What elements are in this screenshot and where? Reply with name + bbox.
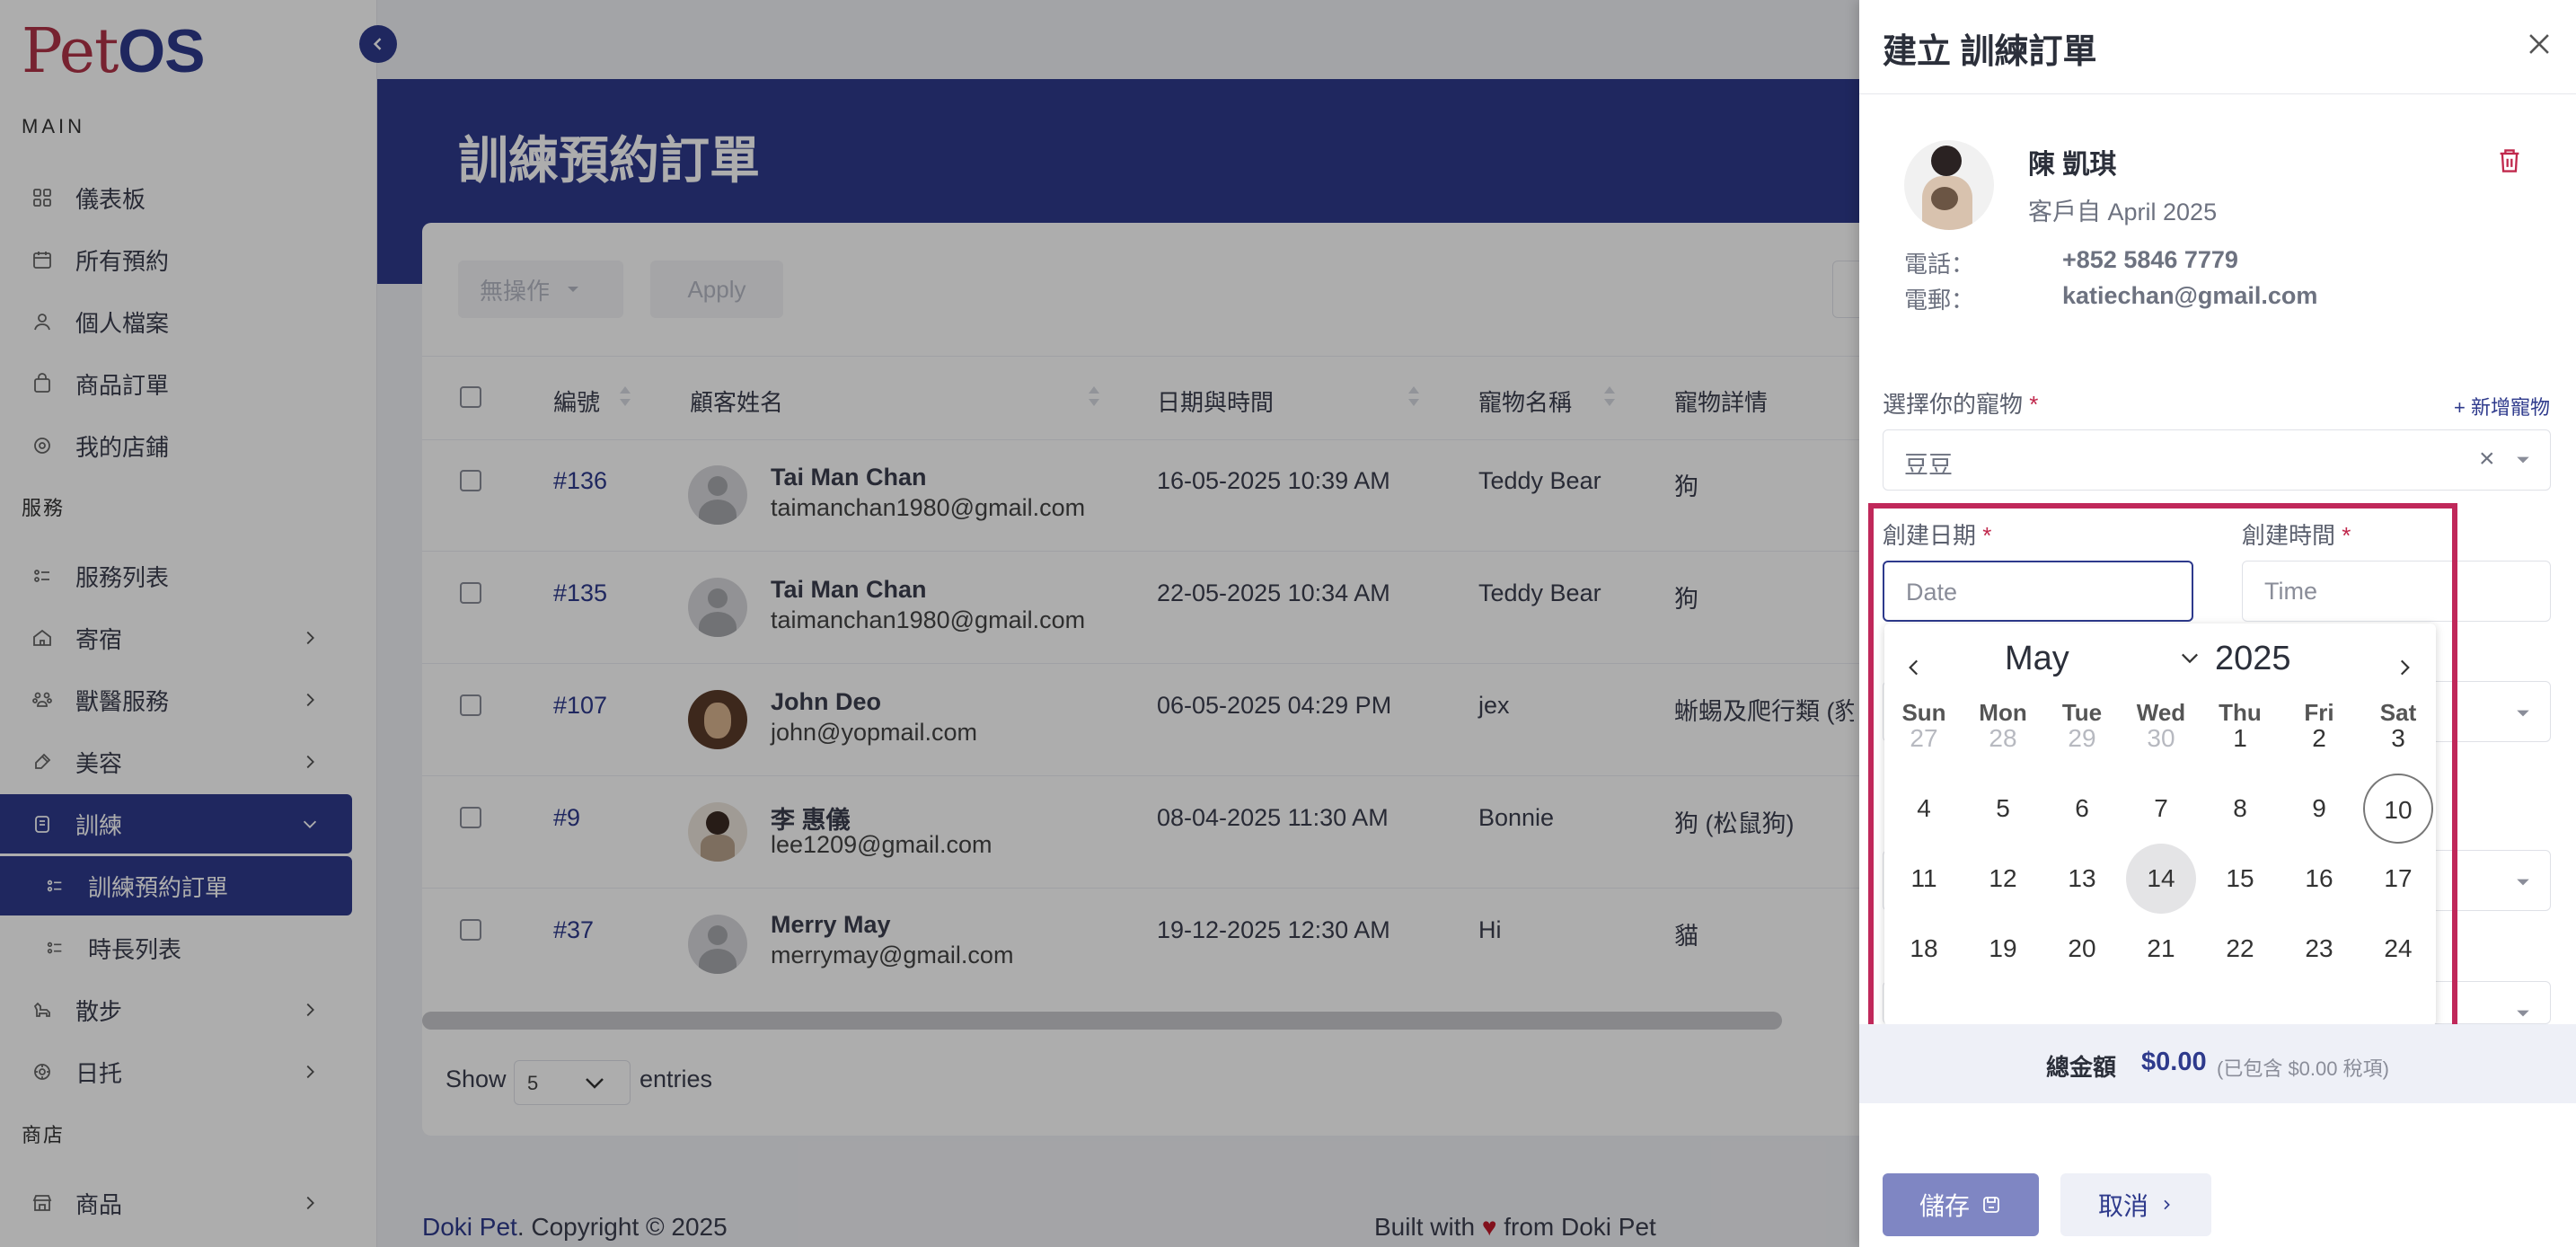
email-label: 電郵： (1904, 287, 1975, 314)
phone-value: +852 5846 7779 (2062, 246, 2238, 273)
add-pet-link[interactable]: + 新增寵物 (2454, 392, 2550, 420)
drawer-divider (1859, 93, 2576, 94)
caret-down-icon (2517, 1010, 2529, 1017)
pet-field-label-text: 選擇你的寵物 (1883, 391, 2024, 418)
customer-name: 陳 凱琪 (2028, 150, 2117, 180)
phone-label: 電話： (1904, 251, 1975, 278)
pet-field-label: 選擇你的寵物 * (1883, 386, 2038, 420)
cancel-label: 取消 (2097, 1192, 2148, 1220)
pet-select-value: 豆豆 (1904, 452, 1953, 479)
cancel-button[interactable]: 取消 (2060, 1173, 2211, 1236)
save-button[interactable]: 儲存 (1883, 1173, 2039, 1236)
email-value: katiechan@gmail.com (2062, 282, 2318, 309)
total-label: 總金額 (2046, 1054, 2117, 1081)
drawer-title: 建立 訓練訂單 (1883, 33, 2097, 71)
caret-down-icon (2517, 879, 2529, 886)
modal-backdrop[interactable] (0, 0, 1859, 1247)
date-time-highlight-box (1868, 503, 2457, 1042)
close-icon (2529, 34, 2549, 54)
close-button[interactable] (2524, 29, 2554, 64)
total-tax-note: (已包含 $0.00 稅項) (2217, 1057, 2389, 1080)
customer-avatar (1904, 140, 1994, 230)
caret-down-icon (2517, 710, 2529, 717)
caret-down-icon (2517, 456, 2529, 464)
total-amount: $0.00 (2141, 1048, 2207, 1076)
pet-select[interactable] (1883, 429, 2551, 491)
save-icon (1983, 1197, 1999, 1213)
save-label: 儲存 (1919, 1192, 1970, 1220)
required-marker: * (2029, 391, 2039, 418)
customer-since: 客戶自 April 2025 (2028, 199, 2218, 226)
remove-customer-button[interactable] (2497, 147, 2522, 179)
clear-selection-icon[interactable]: × (2479, 444, 2495, 474)
chevron-right-icon (2164, 1199, 2170, 1210)
trash-icon (2500, 149, 2519, 172)
